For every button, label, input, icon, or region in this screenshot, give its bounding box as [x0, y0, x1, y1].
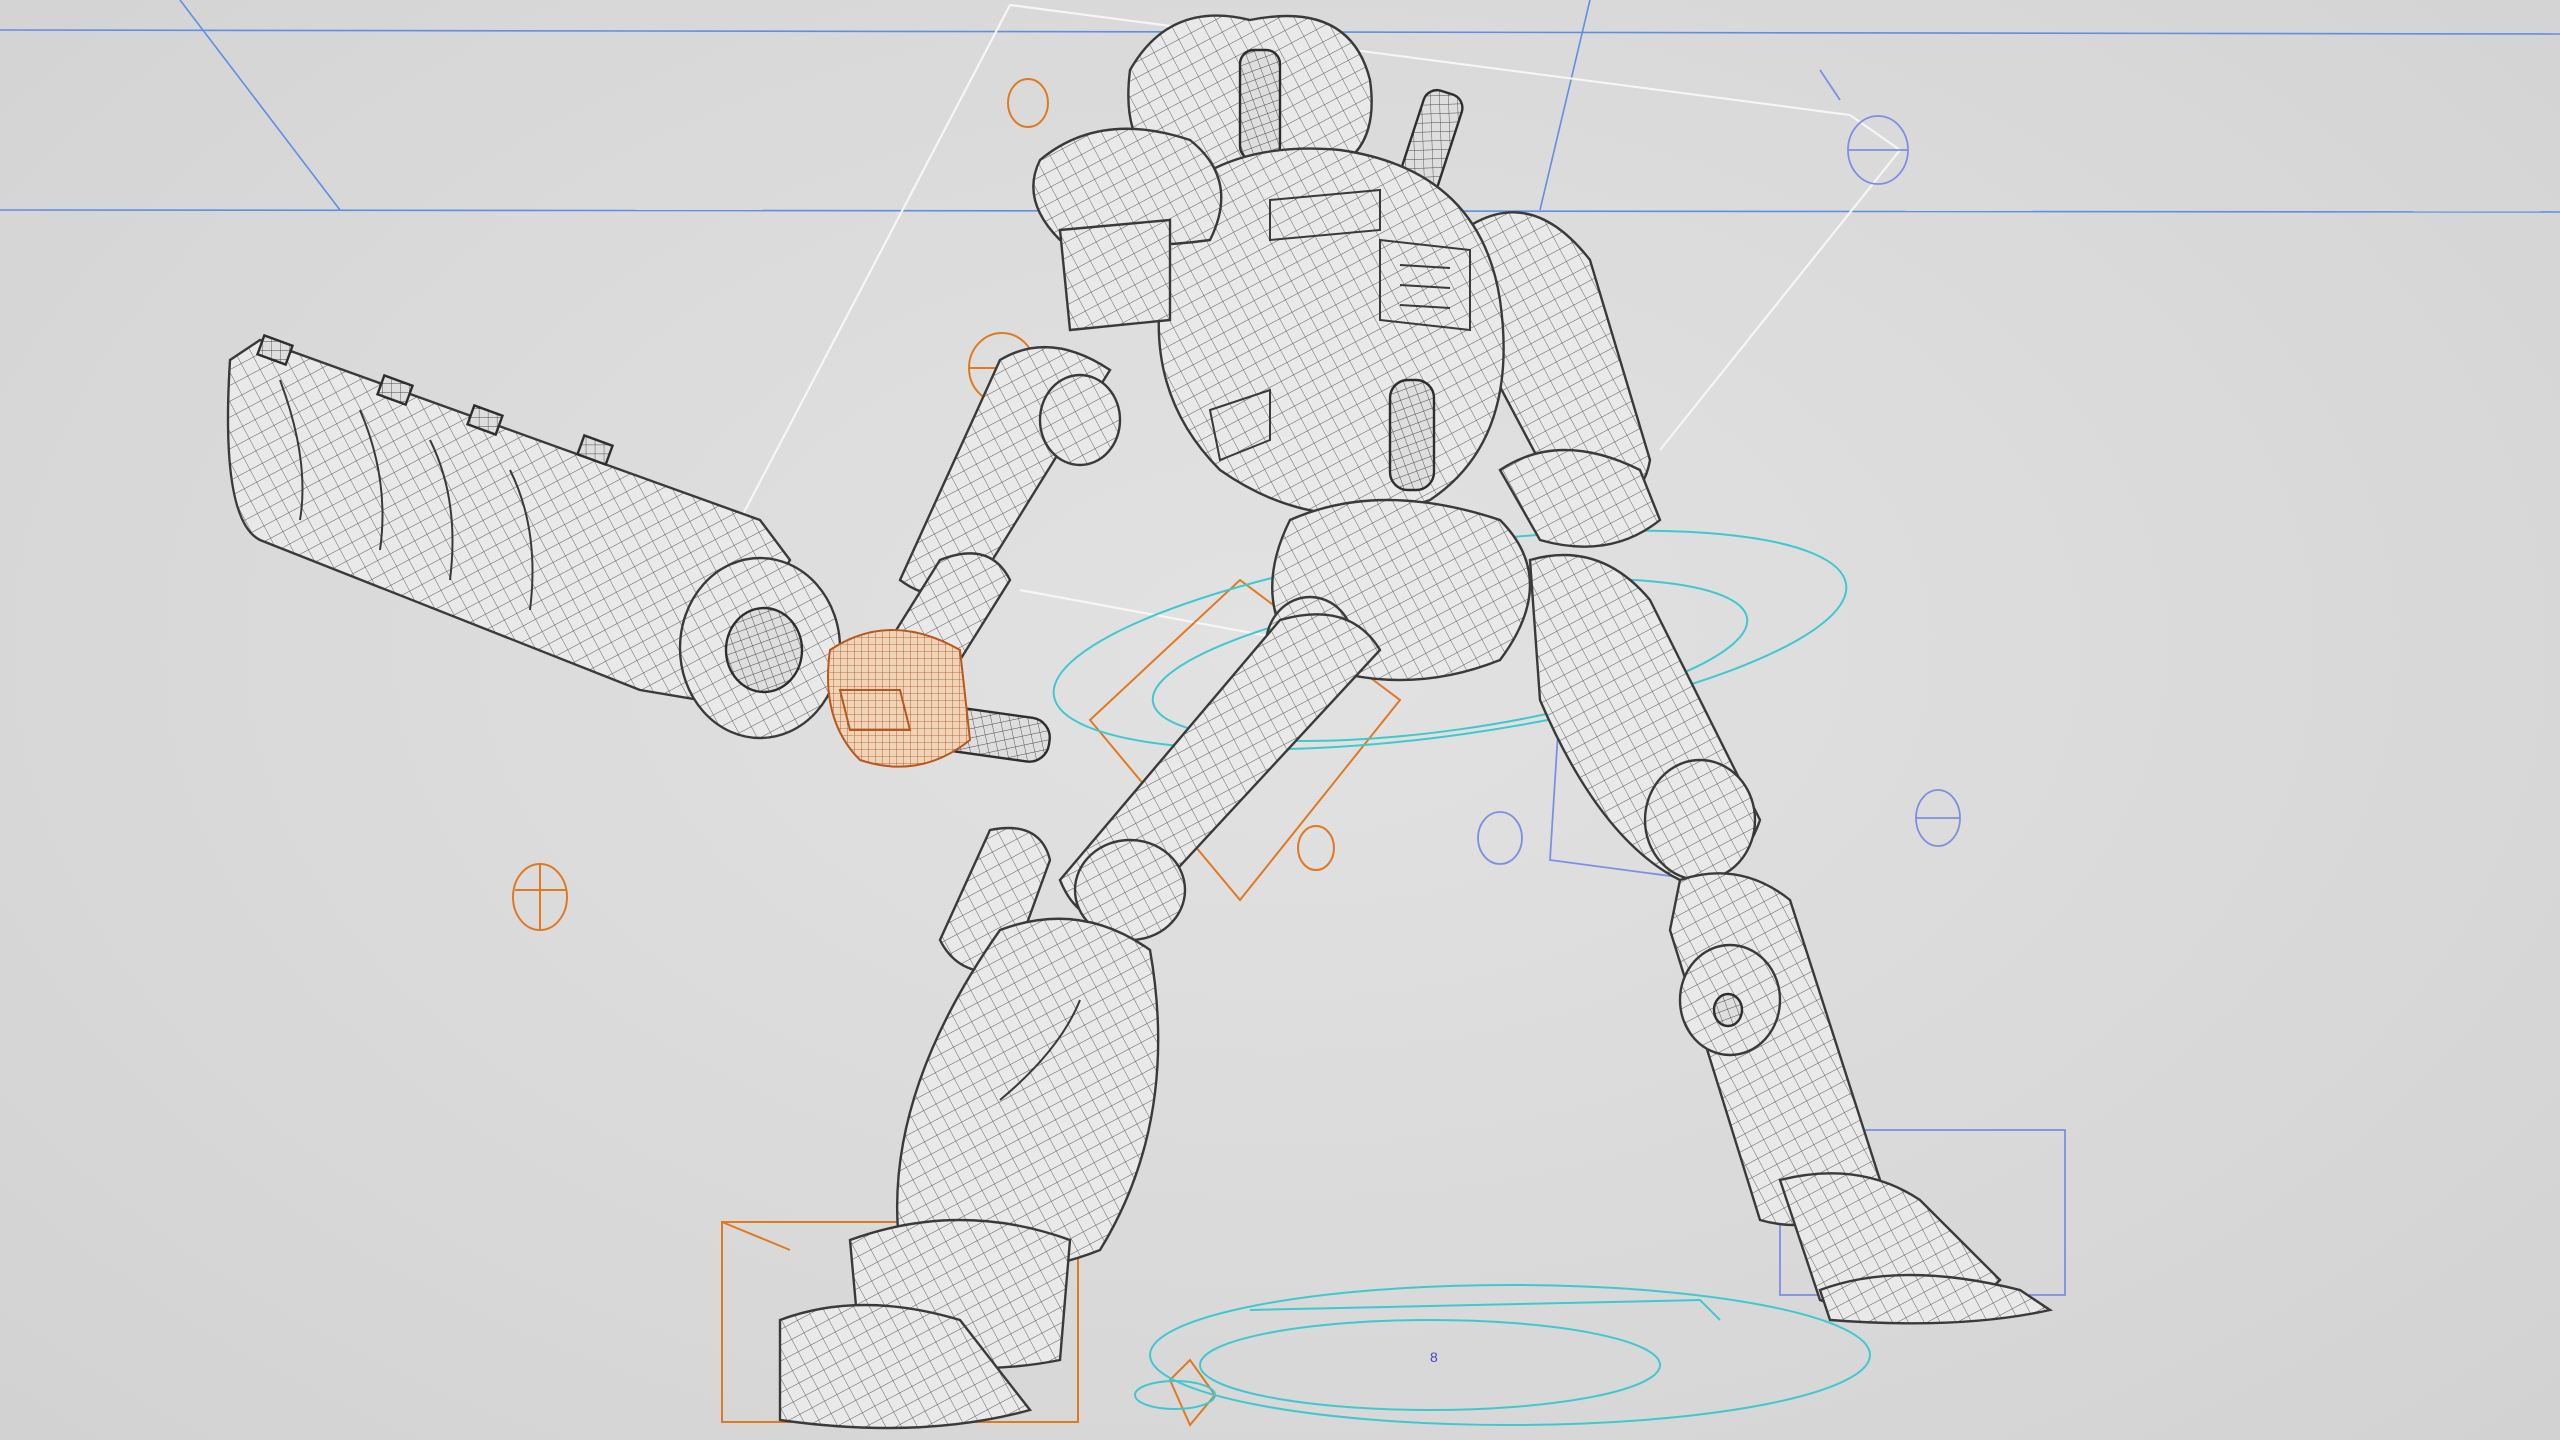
origin-marker[interactable]: 8	[1430, 1349, 1438, 1365]
left-elbow[interactable]	[1038, 373, 1122, 467]
head-antenna[interactable]	[1238, 48, 1282, 162]
viewport-scene[interactable]: 8	[0, 0, 2560, 1440]
chest-piston[interactable]	[1388, 378, 1436, 492]
knee-pole-control[interactable]	[1297, 825, 1335, 871]
right-foot[interactable]	[1818, 1273, 2054, 1325]
right-shin[interactable]	[1668, 872, 1882, 1227]
cog-control[interactable]	[1199, 1319, 1661, 1411]
left-shin[interactable]	[895, 917, 1160, 1272]
robot-mesh[interactable]	[226, 14, 2054, 1430]
left-shoulder-joint[interactable]	[1058, 218, 1172, 332]
head-control[interactable]	[1007, 78, 1049, 128]
right-knee[interactable]	[1643, 758, 1757, 882]
root-control[interactable]	[1149, 1284, 1871, 1426]
3d-viewport[interactable]: 8	[0, 0, 2560, 1440]
origin-marker-label: 8	[1430, 1349, 1438, 1365]
